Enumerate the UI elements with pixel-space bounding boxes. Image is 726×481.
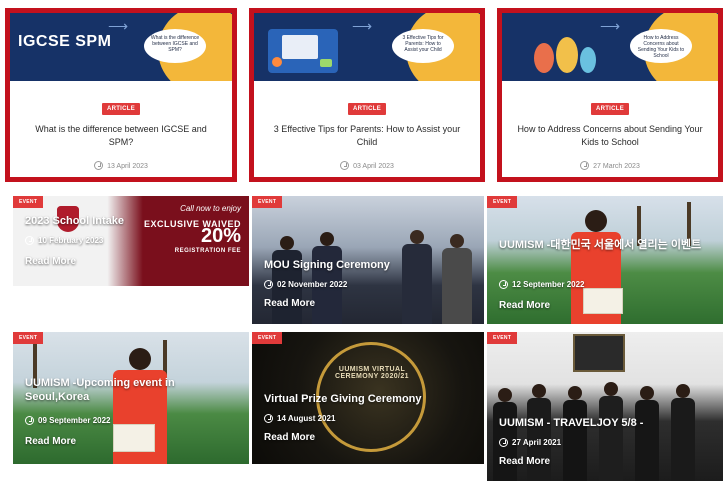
event-date: 14 August 2021 <box>264 414 335 423</box>
event-date: 12 September 2022 <box>499 280 585 289</box>
article-title[interactable]: 3 Effective Tips for Parents: How to Ass… <box>266 123 468 151</box>
decoration-icon <box>272 57 282 67</box>
event-badge[interactable]: EVENT <box>252 332 283 344</box>
person-figure <box>635 386 659 481</box>
clock-icon <box>499 280 508 289</box>
clock-icon <box>25 416 34 425</box>
promo-line: Call now to enjoy <box>180 204 241 213</box>
person-figure <box>442 234 472 324</box>
person-figure <box>402 230 432 324</box>
read-more-link[interactable]: Read More <box>25 256 76 267</box>
ceremony-text: UUMISM VIRTUAL CEREMONY 2020/21 <box>335 366 409 380</box>
read-more-link[interactable]: Read More <box>264 432 315 443</box>
person-figure <box>493 388 517 481</box>
category-badge[interactable]: ARTICLE <box>101 103 141 115</box>
article-date-text: 03 April 2023 <box>353 163 394 170</box>
event-badge[interactable]: EVENT <box>252 196 283 208</box>
promo-line: REGISTRATION FEE <box>174 248 241 254</box>
event-title[interactable]: Virtual Prize Giving Ceremony <box>264 392 422 406</box>
article-date-text: 27 March 2023 <box>593 163 640 170</box>
person-figure <box>599 382 623 481</box>
promo-text: Call now to enjoy EXCLUSIVE WAIVED 20% R… <box>125 204 241 254</box>
event-title[interactable]: 2023 School Intake <box>25 214 124 228</box>
event-date: 02 November 2022 <box>264 280 347 289</box>
clock-icon <box>264 280 273 289</box>
event-card[interactable]: EVENT MOU Signing Ceremony 02 November 2… <box>252 196 484 324</box>
article-card[interactable]: ⟶ 3 Effective Tips for Parents: How to A… <box>249 8 485 182</box>
event-title[interactable]: MOU Signing Ceremony <box>264 258 390 272</box>
clock-icon <box>264 414 273 423</box>
article-card[interactable]: ⟶ How to Address Concerns about Sending … <box>497 8 723 182</box>
laptop-illustration <box>268 29 338 73</box>
event-badge[interactable]: EVENT <box>487 196 518 208</box>
laptop-screen-icon <box>282 35 318 59</box>
clock-icon <box>499 438 508 447</box>
event-date-text: 12 September 2022 <box>512 280 585 289</box>
event-badge[interactable]: EVENT <box>13 332 44 344</box>
article-date: 27 March 2023 <box>502 161 718 170</box>
clock-icon <box>25 236 34 245</box>
person-figure <box>563 386 587 481</box>
certificate-board <box>583 288 623 314</box>
article-banner-image[interactable]: ⟶ How to Address Concerns about Sending … <box>502 13 718 81</box>
read-more-link[interactable]: Read More <box>499 300 550 311</box>
person-figure <box>671 384 695 481</box>
article-banner-image[interactable]: IGCSE SPM ⟶ What is the difference betwe… <box>10 13 232 81</box>
arrow-icon: ⟶ <box>352 18 373 34</box>
article-date: 13 April 2023 <box>10 161 232 170</box>
event-date-text: 09 September 2022 <box>38 416 111 425</box>
banner-caption: How to Address Concerns about Sending Yo… <box>630 29 692 63</box>
decoration-icon <box>320 59 332 67</box>
event-card[interactable]: EVENT Call now to enjoy EXCLUSIVE WAIVED… <box>13 196 249 286</box>
article-title[interactable]: What is the difference between IGCSE and… <box>22 123 220 151</box>
event-badge[interactable]: EVENT <box>13 196 44 208</box>
article-title[interactable]: How to Address Concerns about Sending Yo… <box>514 123 706 151</box>
event-card[interactable]: EVENT UUMISM - TRAVELJOY 5/8 - 27 April … <box>487 332 723 481</box>
event-date: 10 February 2023 <box>25 236 103 245</box>
article-date-text: 13 April 2023 <box>107 163 148 170</box>
event-date-text: 10 February 2023 <box>38 236 104 245</box>
clock-icon <box>340 161 350 170</box>
read-more-link[interactable]: Read More <box>264 298 315 309</box>
banner-logo-text: IGCSE SPM <box>18 33 112 50</box>
event-title[interactable]: UUMISM -Upcoming event in Seoul,Korea <box>25 376 225 404</box>
event-title[interactable]: UUMISM - TRAVELJOY 5/8 - <box>499 416 643 430</box>
article-banner-image[interactable]: ⟶ 3 Effective Tips for Parents: How to A… <box>254 13 480 81</box>
clock-icon <box>580 161 590 170</box>
arrow-icon: ⟶ <box>108 18 129 34</box>
event-date: 09 September 2022 <box>25 416 111 425</box>
event-card[interactable]: EVENT UUMISM VIRTUAL CEREMONY 2020/21 Vi… <box>252 332 484 464</box>
certificate-board <box>113 424 155 452</box>
person-figure <box>312 232 342 324</box>
wall-frame <box>573 334 625 372</box>
event-date: 27 April 2021 <box>499 438 561 447</box>
event-title[interactable]: UUMISM -대한민국 서울에서 열리는 이벤트 <box>499 238 719 252</box>
family-illustration <box>530 27 600 75</box>
event-date-text: 02 November 2022 <box>277 280 348 289</box>
read-more-link[interactable]: Read More <box>25 436 76 447</box>
event-date-text: 27 April 2021 <box>512 438 562 447</box>
article-card[interactable]: IGCSE SPM ⟶ What is the difference betwe… <box>5 8 237 182</box>
event-card[interactable]: EVENT UUMISM -Upcoming event in Seoul,Ko… <box>13 332 249 464</box>
article-date: 03 April 2023 <box>254 161 480 170</box>
event-badge[interactable]: EVENT <box>487 332 518 344</box>
event-date-text: 14 August 2021 <box>277 414 336 423</box>
news-events-grid: IGCSE SPM ⟶ What is the difference betwe… <box>0 0 726 481</box>
read-more-link[interactable]: Read More <box>499 456 550 467</box>
banner-caption: 3 Effective Tips for Parents: How to Ass… <box>392 29 454 63</box>
clock-icon <box>94 161 104 170</box>
category-badge[interactable]: ARTICLE <box>347 103 387 115</box>
category-badge[interactable]: ARTICLE <box>590 103 630 115</box>
event-card[interactable]: EVENT UUMISM -대한민국 서울에서 열리는 이벤트 12 Septe… <box>487 196 723 324</box>
banner-caption: What is the difference between IGCSE and… <box>144 29 206 63</box>
arrow-icon: ⟶ <box>600 18 621 34</box>
